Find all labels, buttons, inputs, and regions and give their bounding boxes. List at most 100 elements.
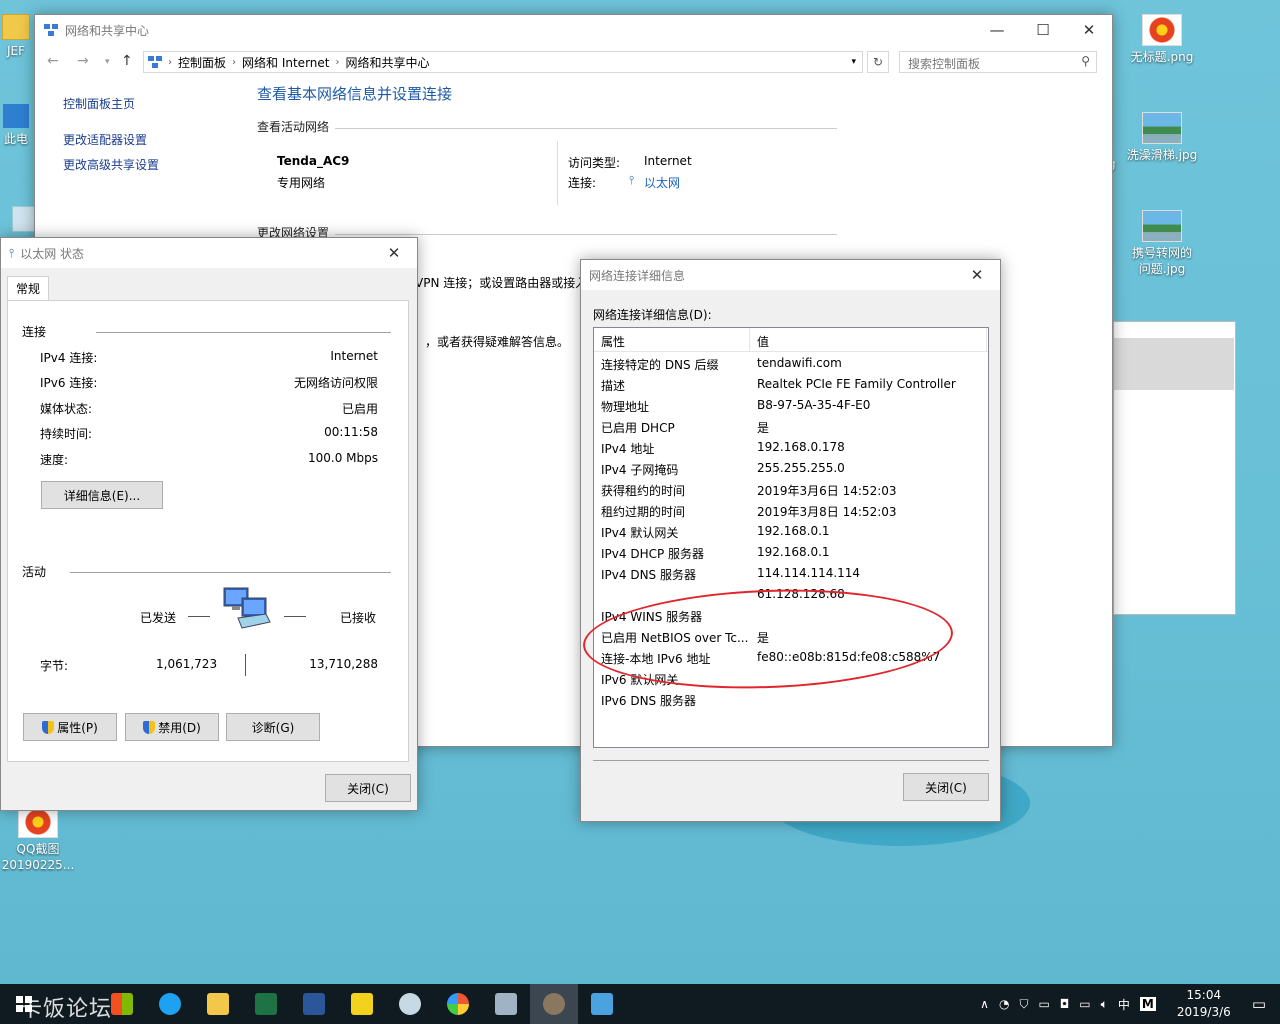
clock[interactable]: 15:04 2019/3/6 <box>1169 987 1239 1021</box>
address-bar[interactable]: › 控制面板 › 网络和 Internet › 网络和共享中心 ▾ <box>143 51 863 73</box>
desktop-icon-folder[interactable]: JEF <box>0 14 36 59</box>
taskbar-player[interactable] <box>338 984 386 1024</box>
taskbar-screenshot[interactable] <box>482 984 530 1024</box>
ipv6-connectivity-label: IPv6 连接: <box>40 376 98 390</box>
table-row[interactable]: IPv6 DNS 服务器 <box>594 689 988 710</box>
ethernet-icon: ⫯ <box>629 173 635 187</box>
chevron-down-icon[interactable]: ▾ <box>851 57 856 67</box>
taskbar-wolf-app[interactable] <box>530 984 578 1024</box>
chevron-up-icon[interactable]: ∧ <box>980 997 989 1011</box>
property-cell: 租约过期的时间 <box>601 505 686 519</box>
ethernet-connection-link[interactable]: 以太网 <box>644 174 680 191</box>
details-button[interactable]: 详细信息(E)... <box>41 481 163 509</box>
breadcrumb-item[interactable]: 网络和共享中心 <box>345 54 429 71</box>
divider <box>593 760 989 761</box>
received-line <box>284 616 306 617</box>
column-divider[interactable] <box>749 328 750 351</box>
security-shield-icon[interactable]: ⛉ <box>1019 997 1028 1012</box>
desktop-icon-qq-screenshot[interactable]: QQ截图 20190225... <box>0 806 76 873</box>
column-divider[interactable] <box>986 328 987 351</box>
maximize-button[interactable]: ☐ <box>1020 15 1066 45</box>
clock-date: 2019/3/6 <box>1176 1005 1231 1019</box>
speed-label: 速度: <box>40 453 69 467</box>
breadcrumb-item[interactable]: 控制面板 <box>178 54 226 71</box>
properties-button[interactable]: 属性(P) <box>23 713 117 741</box>
table-row[interactable]: 连接特定的 DNS 后缀 tendawifi.com <box>594 353 988 374</box>
value-cell: 2019年3月8日 14:52:03 <box>757 505 897 519</box>
taskbar-control-panel[interactable] <box>578 984 626 1024</box>
column-header-property[interactable]: 属性 <box>601 333 625 350</box>
diagnose-button[interactable]: 诊断(G) <box>226 713 320 741</box>
table-row[interactable]: 获得租约的时间 2019年3月6日 14:52:03 <box>594 479 988 500</box>
table-row[interactable]: IPv4 地址 192.168.0.178 <box>594 437 988 458</box>
property-cell: IPv4 DHCP 服务器 <box>601 547 705 561</box>
close-icon[interactable]: ✕ <box>371 238 417 268</box>
network-activity-icon <box>223 587 271 629</box>
ethernet-status-dialog[interactable]: ⫯ 以太网 状态 ✕ 常规 连接 IPv4 连接: Internet IPv6 … <box>0 237 418 811</box>
taskbar-explorer[interactable] <box>194 984 242 1024</box>
active-network-header: 查看活动网络 <box>257 120 330 134</box>
breadcrumb-item[interactable]: 网络和 Internet <box>242 54 329 71</box>
network-details-dialog[interactable]: 网络连接详细信息 ✕ 网络连接详细信息(D): 属性 值 连接特定的 DNS 后… <box>580 259 1001 822</box>
desktop-icon-slide-jpg[interactable]: 洗澡滑梯.jpg <box>1124 112 1200 163</box>
back-arrow-icon[interactable]: ← <box>47 53 59 69</box>
background-window[interactable] <box>1113 321 1236 615</box>
activity-group-label: 活动 <box>22 565 47 579</box>
recent-dropdown-icon[interactable]: ▾ <box>105 57 110 67</box>
close-button[interactable]: ✕ <box>1066 15 1112 45</box>
paint-icon <box>399 993 421 1015</box>
desktop-icon-label: 洗澡滑梯.jpg <box>1126 148 1198 162</box>
network-icon[interactable]: ▭ <box>1079 997 1090 1011</box>
table-row[interactable]: 描述 Realtek PCIe FE Family Controller <box>594 374 988 395</box>
table-row[interactable]: 已启用 DHCP 是 <box>594 416 988 437</box>
taskbar-ie[interactable] <box>146 984 194 1024</box>
taskbar-word[interactable] <box>290 984 338 1024</box>
search-input[interactable]: 搜索控制面板 ⚲ <box>899 51 1097 73</box>
ipv4-connectivity-label: IPv4 连接: <box>40 351 98 365</box>
titlebar[interactable]: ⫯ 以太网 状态 <box>1 238 417 268</box>
desktop-icon-porting-jpg[interactable]: 携号转网的 问题.jpg <box>1124 210 1200 277</box>
speed-value: 100.0 Mbps <box>307 451 378 465</box>
navigation-bar: ← → ▾ ↑ › 控制面板 › 网络和 Internet › 网络和共享中心 … <box>35 49 1112 75</box>
table-row[interactable]: 物理地址 B8-97-5A-35-4F-E0 <box>594 395 988 416</box>
details-close-button[interactable]: 关闭(C) <box>903 773 989 801</box>
up-arrow-icon[interactable]: ↑ <box>121 53 133 69</box>
nav-change-adapter-settings[interactable]: 更改适配器设置 <box>63 131 147 148</box>
taskbar: ∧ ◔ ⛉ ▭ ◘ ▭ 🔈︎ 中 M 15:04 2019/3/6 ▭ <box>0 984 1280 1024</box>
window-icon[interactable]: ▭ <box>1038 997 1049 1011</box>
taskbar-color-app[interactable] <box>434 984 482 1024</box>
nav-change-advanced-sharing[interactable]: 更改高级共享设置 <box>63 156 159 173</box>
desktop-icon-label: QQ截图 20190225... <box>1 842 75 872</box>
disable-button[interactable]: 禁用(D) <box>125 713 219 741</box>
qq-icon[interactable]: ◔ <box>999 997 1009 1011</box>
column-header-value[interactable]: 值 <box>757 333 769 350</box>
ime-language[interactable]: 中 <box>1118 996 1130 1013</box>
nav-control-panel-home[interactable]: 控制面板主页 <box>63 95 135 112</box>
close-icon[interactable]: ✕ <box>954 260 1000 290</box>
taskbar-paint[interactable] <box>386 984 434 1024</box>
page-title: 查看基本网络信息并设置连接 <box>257 85 453 103</box>
volume-icon[interactable]: 🔈︎ <box>1101 997 1108 1012</box>
ime-mode[interactable]: M <box>1139 997 1156 1011</box>
notification-icon[interactable]: ▭ <box>1252 995 1266 1013</box>
taskbar-excel[interactable] <box>242 984 290 1024</box>
refresh-button[interactable]: ↻ <box>867 51 889 73</box>
eth-close-button[interactable]: 关闭(C) <box>325 774 411 802</box>
table-row[interactable]: IPv4 DHCP 服务器 192.168.0.1 <box>594 542 988 563</box>
titlebar[interactable]: 网络和共享中心 <box>35 15 1112 45</box>
chat-icon[interactable]: ◘ <box>1060 997 1070 1011</box>
table-row[interactable]: IPv4 DNS 服务器 114.114.114.114 <box>594 563 988 584</box>
titlebar[interactable]: 网络连接详细信息 <box>581 260 1000 290</box>
table-row[interactable]: 租约过期的时间 2019年3月8日 14:52:03 <box>594 500 988 521</box>
minimize-button[interactable]: — <box>974 15 1020 45</box>
tab-general[interactable]: 常规 <box>7 276 50 302</box>
desktop-icon-untitled-png[interactable]: 无标题.png <box>1124 14 1200 65</box>
network-type: 专用网络 <box>277 176 326 190</box>
table-row[interactable]: IPv4 默认网关 192.168.0.1 <box>594 521 988 542</box>
desktop-icon-this-pc[interactable]: 此电 <box>0 104 36 147</box>
forward-arrow-icon[interactable]: → <box>77 53 89 69</box>
property-cell: 已启用 DHCP <box>601 421 675 435</box>
table-row[interactable]: IPv4 子网掩码 255.255.255.0 <box>594 458 988 479</box>
desktop-icon-label: JEF <box>6 44 26 58</box>
player-icon <box>351 993 373 1015</box>
